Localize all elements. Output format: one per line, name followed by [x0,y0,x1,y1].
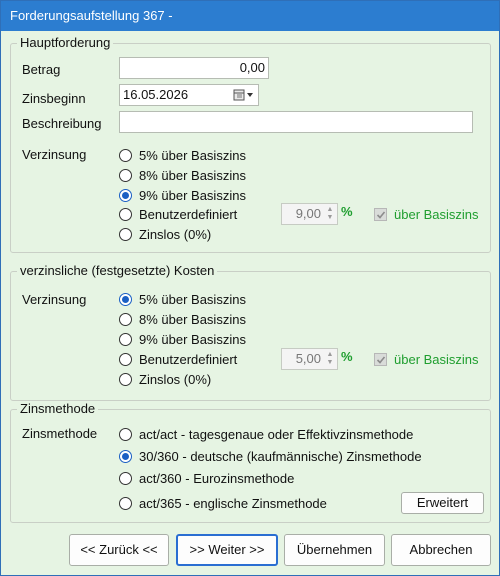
betrag-input[interactable]: 0,00 [119,57,269,79]
spin-up-icon[interactable]: ▲ [327,206,334,214]
kosten-custom-rate-spinner[interactable]: 5,00 ▲ ▼ [281,348,338,370]
zinsbeginn-label: Zinsbeginn [22,91,86,106]
spin-down-icon[interactable]: ▼ [327,214,334,222]
haupt-verzinsung-label: Verzinsung [22,147,87,162]
spin-down-icon[interactable]: ▼ [327,359,334,367]
radio-button[interactable] [119,372,132,386]
radio-button[interactable] [119,312,132,326]
radio-button[interactable] [119,352,132,366]
group-zinsmethode: Zinsmethode Zinsmethode act/act - tagesg… [10,401,491,523]
zinsbeginn-date-picker[interactable]: 16.05.2026 [119,84,259,106]
radio-button[interactable] [119,332,132,346]
haupt-percent-symbol: % [341,204,353,219]
group-kosten: verzinsliche (festgesetzte) Kosten Verzi… [10,263,491,401]
haupt-radio-custom[interactable]: Benutzerdefiniert [119,205,237,223]
group-zinsmethode-legend: Zinsmethode [17,401,99,416]
kosten-radio-custom[interactable]: Benutzerdefiniert [119,350,237,368]
haupt-radio-zinslos[interactable]: Zinslos (0%) [119,225,211,243]
zurueck-button[interactable]: << Zurück << [69,534,169,566]
zinsmethode-radio-actact[interactable]: act/act - tagesgenaue oder Effektivzinsm… [119,425,413,443]
haupt-custom-rate-spinner[interactable]: 9,00 ▲ ▼ [281,203,338,225]
zinsmethode-radio-act-365[interactable]: act/365 - englische Zinsmethode [119,494,327,512]
zinsbeginn-value: 16.05.2026 [123,87,189,102]
weiter-button[interactable]: >> Weiter >> [176,534,278,566]
erweitert-button[interactable]: Erweitert [401,492,484,514]
kosten-radio-9[interactable]: 9% über Basiszins [119,330,246,348]
check-icon[interactable] [374,352,387,366]
window-title: Forderungsaufstellung 367 - [1,1,499,31]
radio-button[interactable] [119,227,132,241]
radio-button[interactable] [119,471,132,485]
radio-button[interactable] [119,496,132,510]
abbrechen-button[interactable]: Abbrechen [391,534,491,566]
radio-button[interactable] [119,168,132,182]
uebernehmen-button[interactable]: Übernehmen [284,534,385,566]
zinsmethode-label: Zinsmethode [22,426,98,441]
haupt-radio-5[interactable]: 5% über Basiszins [119,146,246,164]
check-icon[interactable] [374,207,387,221]
betrag-label: Betrag [22,62,61,77]
haupt-radio-9[interactable]: 9% über Basiszins [119,186,246,204]
radio-button-selected[interactable] [119,188,132,202]
haupt-radio-8[interactable]: 8% über Basiszins [119,166,246,184]
radio-button[interactable] [119,207,132,221]
group-hauptforderung-legend: Hauptforderung [17,35,114,50]
radio-button-selected[interactable] [119,449,132,463]
radio-button[interactable] [119,427,132,441]
kosten-radio-8[interactable]: 8% über Basiszins [119,310,246,328]
kosten-ueber-basiszins-checkbox[interactable]: über Basiszins [374,350,479,368]
haupt-ueber-basiszins-checkbox[interactable]: über Basiszins [374,205,479,223]
dialog-window: Forderungsaufstellung 367 - Hauptforderu… [0,0,500,576]
spin-up-icon[interactable]: ▲ [327,351,334,359]
zinsmethode-radio-act-360[interactable]: act/360 - Eurozinsmethode [119,469,294,487]
kosten-radio-5[interactable]: 5% über Basiszins [119,290,246,308]
radio-button[interactable] [119,148,132,162]
beschreibung-label: Beschreibung [22,116,102,131]
beschreibung-input[interactable] [119,111,473,133]
kosten-percent-symbol: % [341,349,353,364]
calendar-dropdown-icon[interactable] [232,87,256,103]
group-hauptforderung: Hauptforderung Betrag 0,00 Zinsbeginn 16… [10,35,491,253]
kosten-verzinsung-label: Verzinsung [22,292,87,307]
kosten-radio-zinslos[interactable]: Zinslos (0%) [119,370,211,388]
zinsmethode-radio-30-360[interactable]: 30/360 - deutsche (kaufmännische) Zinsme… [119,447,422,465]
group-kosten-legend: verzinsliche (festgesetzte) Kosten [17,263,218,278]
radio-button-selected[interactable] [119,292,132,306]
